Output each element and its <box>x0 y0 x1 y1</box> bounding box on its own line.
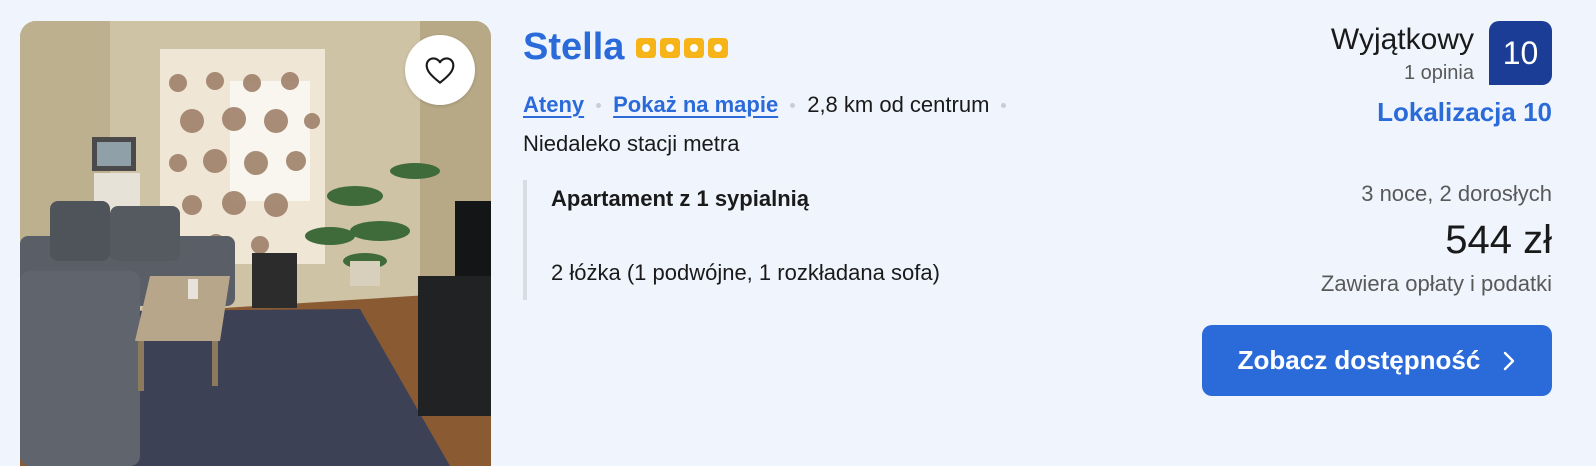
separator-dot <box>790 102 796 108</box>
price: 544 zł <box>1445 218 1552 262</box>
heart-outline-icon <box>425 57 455 84</box>
title-row: Stella <box>523 24 729 70</box>
review-score-badge: 10 <box>1489 21 1552 85</box>
separator-dot <box>596 102 602 108</box>
favorite-button[interactable] <box>405 35 475 105</box>
star-icon <box>684 38 705 58</box>
see-availability-label: Zobacz dostępność <box>1237 345 1481 375</box>
metro-note: Niedaleko stacji metra <box>523 131 740 156</box>
room-type: Apartament z 1 sypialnią <box>551 186 809 211</box>
property-photo[interactable] <box>20 21 491 466</box>
see-availability-button[interactable]: Zobacz dostępność <box>1202 325 1552 396</box>
show-on-map-link[interactable]: Pokaż na mapie <box>613 90 778 120</box>
hotel-name-link[interactable]: Stella <box>523 24 624 70</box>
location-score: Lokalizacja 10 <box>1377 97 1552 127</box>
room-info: Apartament z 1 sypialnią 2 łóżka (1 podw… <box>523 180 1043 300</box>
review-count: 1 opinia <box>1403 62 1474 84</box>
star-rating <box>636 38 729 58</box>
stay-length: 3 noce, 2 dorosłych <box>1361 181 1552 206</box>
taxes-note: Zawiera opłaty i podatki <box>1320 271 1552 296</box>
star-icon <box>660 38 681 58</box>
separator-dot <box>1001 102 1007 108</box>
chevron-right-icon <box>1504 351 1515 370</box>
city-link[interactable]: Ateny <box>523 90 584 120</box>
distance-from-center: 2,8 km od centrum <box>807 92 990 117</box>
rating-word: Wyjątkowy <box>1330 23 1474 56</box>
bed-config: 2 łóżka (1 podwójne, 1 rozkładana sofa) <box>551 260 940 285</box>
location-row: Ateny Pokaż na mapie 2,8 km od centrum <box>523 90 1018 120</box>
star-icon <box>708 38 729 58</box>
star-icon <box>636 38 657 58</box>
